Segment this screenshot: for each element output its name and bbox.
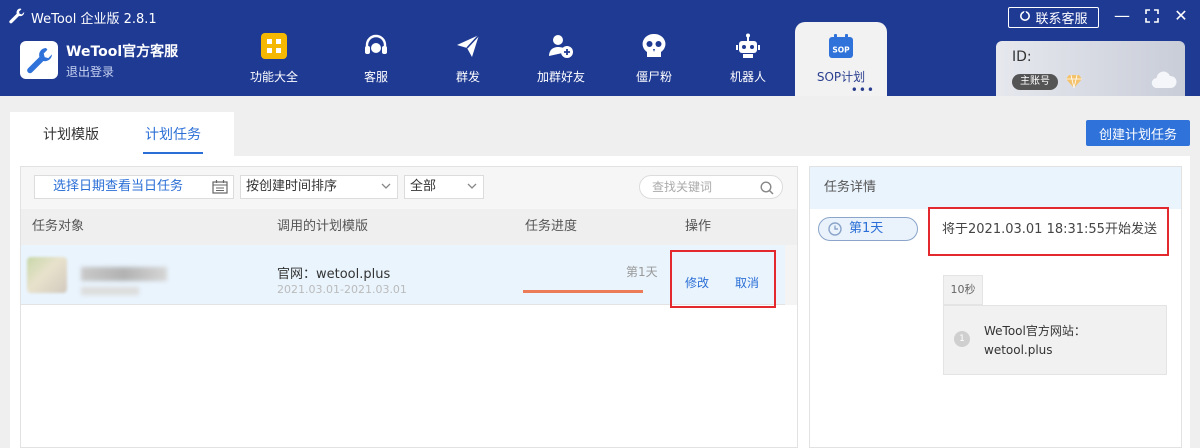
- app-logo-icon: [20, 41, 58, 79]
- active-tab-indicator: [143, 152, 203, 154]
- day-label: 第1天: [849, 221, 884, 236]
- nav-label: 机器人: [729, 70, 766, 84]
- status-select-value: 全部: [410, 179, 437, 194]
- tab-plan-task[interactable]: 计划任务: [136, 112, 210, 156]
- calendar-icon: [212, 180, 228, 202]
- cancel-button[interactable]: 取消: [735, 274, 759, 291]
- task-detail-panel: 任务详情 第1天 将于2021.03.01 18:31:55开始发送 10秒 1…: [809, 166, 1182, 448]
- delay-tag: 10秒: [943, 275, 983, 305]
- sort-select-value: 按创建时间排序: [246, 179, 338, 194]
- account-id-panel: ID: 主账号: [996, 41, 1185, 96]
- date-picker-label: 选择日期查看当日任务: [53, 179, 184, 194]
- detail-title: 任务详情: [810, 167, 1181, 209]
- template-date-range: 2021.03.01-2021.03.01: [277, 283, 407, 296]
- grid-icon: [260, 32, 288, 60]
- scrollbar[interactable]: [785, 245, 797, 305]
- column-header-target: 任务对象: [32, 219, 85, 234]
- column-header-actions: 操作: [685, 219, 712, 234]
- add-friend-icon: [547, 32, 575, 60]
- nav-label: 僵尸粉: [635, 70, 672, 84]
- table-row[interactable]: 官网：wetool.plus 2021.03.01-2021.03.01 第1天…: [21, 245, 785, 308]
- sop-icon-text: SOP: [832, 46, 850, 55]
- search-placeholder: 查找关键词: [652, 180, 713, 194]
- search-input[interactable]: 查找关键词: [639, 175, 783, 199]
- message-index-badge: 1: [954, 331, 970, 347]
- nav-broadcast[interactable]: 群发: [423, 22, 513, 96]
- send-time-highlight-box: 将于2021.03.01 18:31:55开始发送: [928, 207, 1169, 256]
- contact-support-button[interactable]: 联系客服: [1008, 7, 1099, 28]
- account-id-label: ID:: [1012, 49, 1032, 65]
- chevron-down-icon: [467, 179, 477, 201]
- close-icon[interactable]: ✕: [1172, 7, 1190, 25]
- column-header-template: 调用的计划模版: [277, 219, 369, 234]
- blurred-contact-name: [81, 267, 167, 281]
- tab-plan-template[interactable]: 计划模版: [28, 112, 114, 156]
- app-header: WeTool 企业版 2.8.1 联系客服 — ✕ WeTool官方客服 退出登…: [0, 0, 1200, 96]
- status-select[interactable]: 全部: [404, 175, 484, 199]
- nav-label: 客服: [363, 70, 388, 84]
- send-icon: [454, 32, 482, 60]
- message-card: 1 WeTool官方网站：wetool.plus: [943, 305, 1167, 375]
- minimize-icon[interactable]: —: [1113, 7, 1131, 25]
- progress-bar: [523, 290, 643, 293]
- sop-calendar-icon: SOP: [827, 32, 855, 60]
- wrench-logo-icon: [8, 7, 26, 25]
- progress-fill: [523, 290, 643, 293]
- contact-support-label: 联系客服: [1035, 12, 1088, 27]
- sort-select[interactable]: 按创建时间排序: [240, 175, 398, 199]
- nav-label: 加群好友: [536, 70, 585, 84]
- nav-label: 功能大全: [249, 70, 298, 84]
- chevron-down-icon: [381, 179, 391, 201]
- create-plan-task-button[interactable]: 创建计划任务: [1086, 120, 1190, 146]
- main-account-badge: 主账号: [1012, 74, 1058, 90]
- nav-robot[interactable]: 机器人: [703, 22, 793, 96]
- progress-day-label: 第1天: [626, 265, 658, 279]
- nav-customer-service[interactable]: 客服: [331, 22, 421, 96]
- nav-label: 群发: [455, 70, 480, 84]
- message-text: WeTool官方网站：wetool.plus: [984, 324, 1086, 357]
- tab-bar: 计划模版 计划任务: [10, 112, 234, 156]
- logout-link[interactable]: 退出登录: [66, 63, 114, 80]
- nav-sop-plan[interactable]: SOP SOP计划 •••: [795, 22, 887, 96]
- window-title: WeTool 企业版 2.8.1: [31, 12, 157, 27]
- send-time-text: 将于2021.03.01 18:31:55开始发送: [942, 222, 1157, 237]
- clock-icon: [828, 222, 842, 244]
- avatar: [27, 257, 67, 293]
- account-name: WeTool官方客服: [66, 44, 179, 60]
- day-selector[interactable]: 第1天: [818, 217, 918, 241]
- template-name: 官网：wetool.plus: [277, 267, 391, 282]
- skull-icon: [640, 32, 668, 60]
- cloud-icon[interactable]: [1151, 71, 1177, 93]
- task-list-panel: 选择日期查看当日任务 按创建时间排序 全部 查找关键词 任务对象 调用的计划模版: [20, 166, 798, 448]
- column-header-progress: 任务进度: [525, 219, 578, 234]
- robot-icon: [734, 32, 762, 60]
- vip-diamond-icon: [1066, 74, 1082, 92]
- table-header: 任务对象 调用的计划模版 任务进度 操作: [21, 209, 797, 245]
- search-icon[interactable]: [760, 180, 774, 202]
- more-dots-icon[interactable]: •••: [851, 84, 875, 96]
- filter-bar: 选择日期查看当日任务 按创建时间排序 全部 查找关键词: [21, 167, 797, 209]
- headset-icon: [362, 32, 390, 60]
- nav-zombie-fans[interactable]: 僵尸粉: [609, 22, 699, 96]
- actions-highlight-box: 修改 取消: [670, 250, 776, 308]
- support-loop-icon: [1019, 10, 1031, 26]
- edit-button[interactable]: 修改: [685, 274, 709, 291]
- date-picker[interactable]: 选择日期查看当日任务: [34, 175, 234, 199]
- blurred-contact-info: [81, 287, 139, 295]
- nav-add-group-friends[interactable]: 加群好友: [516, 22, 606, 96]
- nav-feature-list[interactable]: 功能大全: [229, 22, 319, 96]
- maximize-icon[interactable]: [1143, 7, 1161, 25]
